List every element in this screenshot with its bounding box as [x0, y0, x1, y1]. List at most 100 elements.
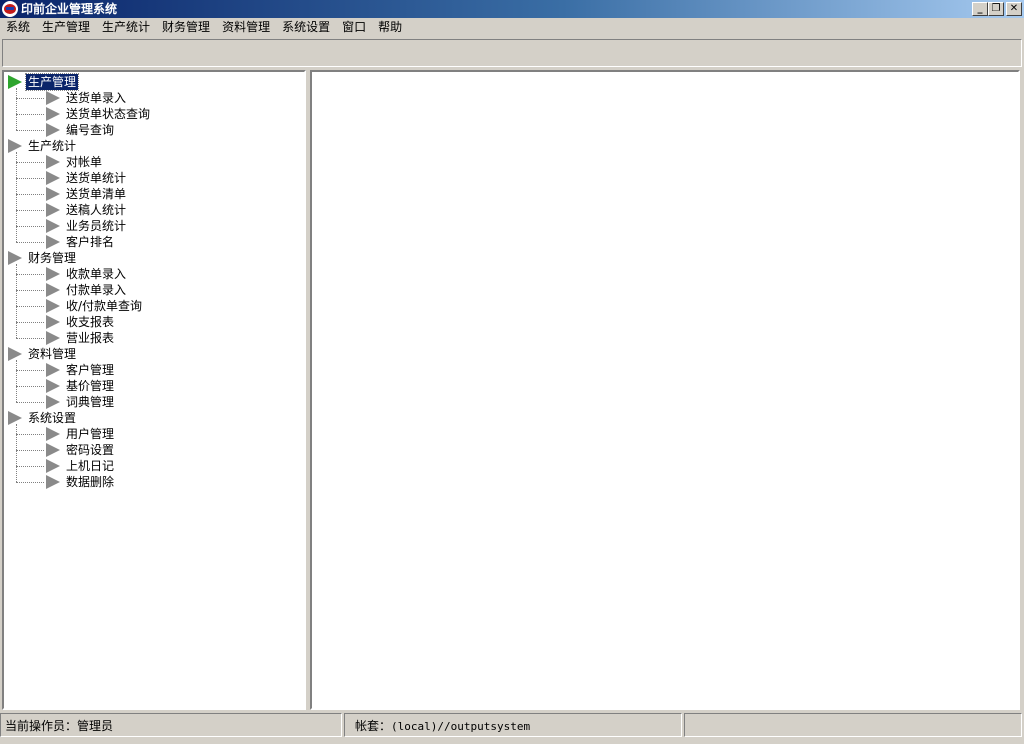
minimize-button[interactable]: _ — [972, 2, 988, 16]
tree-arrow-icon — [8, 75, 22, 89]
tree-arrow-icon — [46, 187, 60, 201]
tree-node-label: 收/付款单查询 — [66, 299, 143, 313]
status-bar: 当前操作员：管理员 帐套：(local)//outputsystem — [0, 712, 1024, 740]
tree-arrow-icon — [46, 395, 60, 409]
tree-arrow-icon — [46, 107, 60, 121]
tree-node-label: 收支报表 — [66, 315, 115, 329]
title-bar: 印前企业管理系统 _ ❐ ✕ — [0, 0, 1024, 18]
tree-node-label: 送货单清单 — [66, 187, 127, 201]
tree-arrow-icon — [46, 475, 60, 489]
tree-node-item[interactable]: 收/付款单查询 — [4, 298, 294, 314]
tree-node-label: 财务管理 — [28, 251, 77, 265]
restore-button[interactable]: ❐ — [988, 2, 1004, 16]
tree-arrow-icon — [8, 139, 22, 153]
tree-arrow-icon — [46, 443, 60, 457]
tree-arrow-icon — [8, 411, 22, 425]
tree-arrow-icon — [46, 235, 60, 249]
menu-window[interactable]: 窗口 — [336, 18, 372, 37]
tree-node-label: 对帐单 — [66, 155, 103, 169]
tree-node-item[interactable]: 业务员统计 — [4, 218, 294, 234]
tree-arrow-icon — [46, 123, 60, 137]
menu-statistics[interactable]: 生产统计 — [96, 18, 156, 37]
menu-finance[interactable]: 财务管理 — [156, 18, 216, 37]
tree-node-item[interactable]: 收支报表 — [4, 314, 294, 330]
tree-arrow-icon — [46, 427, 60, 441]
tree-node-item[interactable]: 送货单统计 — [4, 170, 294, 186]
tree-arrow-icon — [46, 283, 60, 297]
tree-node-item[interactable]: 付款单录入 — [4, 282, 294, 298]
app-logo-icon[interactable] — [2, 1, 18, 17]
toolbar — [2, 39, 1022, 67]
tree-node-label: 基价管理 — [66, 379, 115, 393]
tree-arrow-icon — [46, 459, 60, 473]
tree-arrow-icon — [46, 379, 60, 393]
tree-node-item[interactable]: 送稿人统计 — [4, 202, 294, 218]
tree-node-label: 送稿人统计 — [66, 203, 127, 217]
tree-arrow-icon — [46, 219, 60, 233]
tree-arrow-icon — [46, 267, 60, 281]
tree-node-item[interactable]: 用户管理 — [4, 426, 294, 442]
account-value: (local)//outputsystem — [391, 720, 531, 733]
tree-node-label: 生产管理 — [24, 73, 80, 91]
tree-arrow-icon — [8, 251, 22, 265]
tree-node-label: 客户排名 — [66, 235, 115, 249]
menu-settings[interactable]: 系统设置 — [276, 18, 336, 37]
menu-system[interactable]: 系统 — [0, 18, 36, 37]
tree-node-item[interactable]: 营业报表 — [4, 330, 294, 346]
status-account: 帐套：(local)//outputsystem — [344, 713, 682, 737]
tree-node-label: 数据删除 — [66, 475, 115, 489]
tree-node-label: 系统设置 — [28, 411, 77, 425]
tree-node-group[interactable]: 资料管理 — [4, 346, 294, 362]
tree-node-item[interactable]: 收款单录入 — [4, 266, 294, 282]
tree-node-item[interactable]: 送货单状态查询 — [4, 106, 294, 122]
tree-node-item[interactable]: 上机日记 — [4, 458, 294, 474]
tree-node-item[interactable]: 对帐单 — [4, 154, 294, 170]
menu-data[interactable]: 资料管理 — [216, 18, 276, 37]
tree-node-group[interactable]: 生产统计 — [4, 138, 294, 154]
window-title: 印前企业管理系统 — [21, 2, 118, 16]
menu-bar: 系统 生产管理 生产统计 财务管理 资料管理 系统设置 窗口 帮助 — [0, 18, 1024, 37]
tree-node-label: 送货单统计 — [66, 171, 127, 185]
status-empty-panel — [684, 713, 1022, 737]
tree-node-group[interactable]: 财务管理 — [4, 250, 294, 266]
tree-node-label: 用户管理 — [66, 427, 115, 441]
tree-node-item[interactable]: 密码设置 — [4, 442, 294, 458]
tree-node-label: 送货单状态查询 — [66, 107, 151, 121]
navigation-tree-panel[interactable]: 生产管理 送货单录入送货单状态查询 编号查询生产统计对帐单送货单统计送货单清单送稿人… — [2, 70, 306, 710]
tree-node-label: 编号查询 — [66, 123, 115, 137]
tree-node-item[interactable]: 客户排名 — [4, 234, 294, 250]
tree-arrow-icon — [46, 171, 60, 185]
main-content-area[interactable] — [310, 70, 1020, 710]
tree-node-group[interactable]: 生产管理 — [4, 73, 294, 91]
tree-arrow-icon — [46, 299, 60, 313]
tree-node-label: 送货单录入 — [66, 91, 127, 105]
tree-node-label: 客户管理 — [66, 363, 115, 377]
tree-node-item[interactable]: 送货单录入 — [4, 90, 294, 106]
tree-arrow-icon — [46, 155, 60, 169]
tree-node-item[interactable]: 送货单清单 — [4, 186, 294, 202]
tree-node-label: 收款单录入 — [66, 267, 127, 281]
tree-node-label: 资料管理 — [28, 347, 77, 361]
tree-node-item[interactable]: 基价管理 — [4, 378, 294, 394]
tree-node-label: 营业报表 — [66, 331, 115, 345]
tree-node-label: 上机日记 — [66, 459, 115, 473]
tree-node-item[interactable]: 词典管理 — [4, 394, 294, 410]
tree-node-label: 付款单录入 — [66, 283, 127, 297]
close-button[interactable]: ✕ — [1006, 2, 1022, 16]
status-operator: 当前操作员：管理员 — [0, 713, 342, 737]
tree-arrow-icon — [46, 315, 60, 329]
tree-node-group[interactable]: 系统设置 — [4, 410, 294, 426]
menu-help[interactable]: 帮助 — [372, 18, 408, 37]
tree-node-item[interactable]: 数据删除 — [4, 474, 294, 490]
tree-arrow-icon — [46, 331, 60, 345]
tree-arrow-icon — [8, 347, 22, 361]
menu-production[interactable]: 生产管理 — [36, 18, 96, 37]
tree-node-item[interactable]: 编号查询 — [4, 122, 294, 138]
tree-arrow-icon — [46, 363, 60, 377]
tree-node-label: 生产统计 — [28, 139, 77, 153]
account-label: 帐套： — [355, 719, 392, 733]
tree-node-label: 密码设置 — [66, 443, 115, 457]
operator-text: 当前操作员：管理员 — [5, 719, 114, 733]
tree-node-item[interactable]: 客户管理 — [4, 362, 294, 378]
tree-node-label: 业务员统计 — [66, 219, 127, 233]
